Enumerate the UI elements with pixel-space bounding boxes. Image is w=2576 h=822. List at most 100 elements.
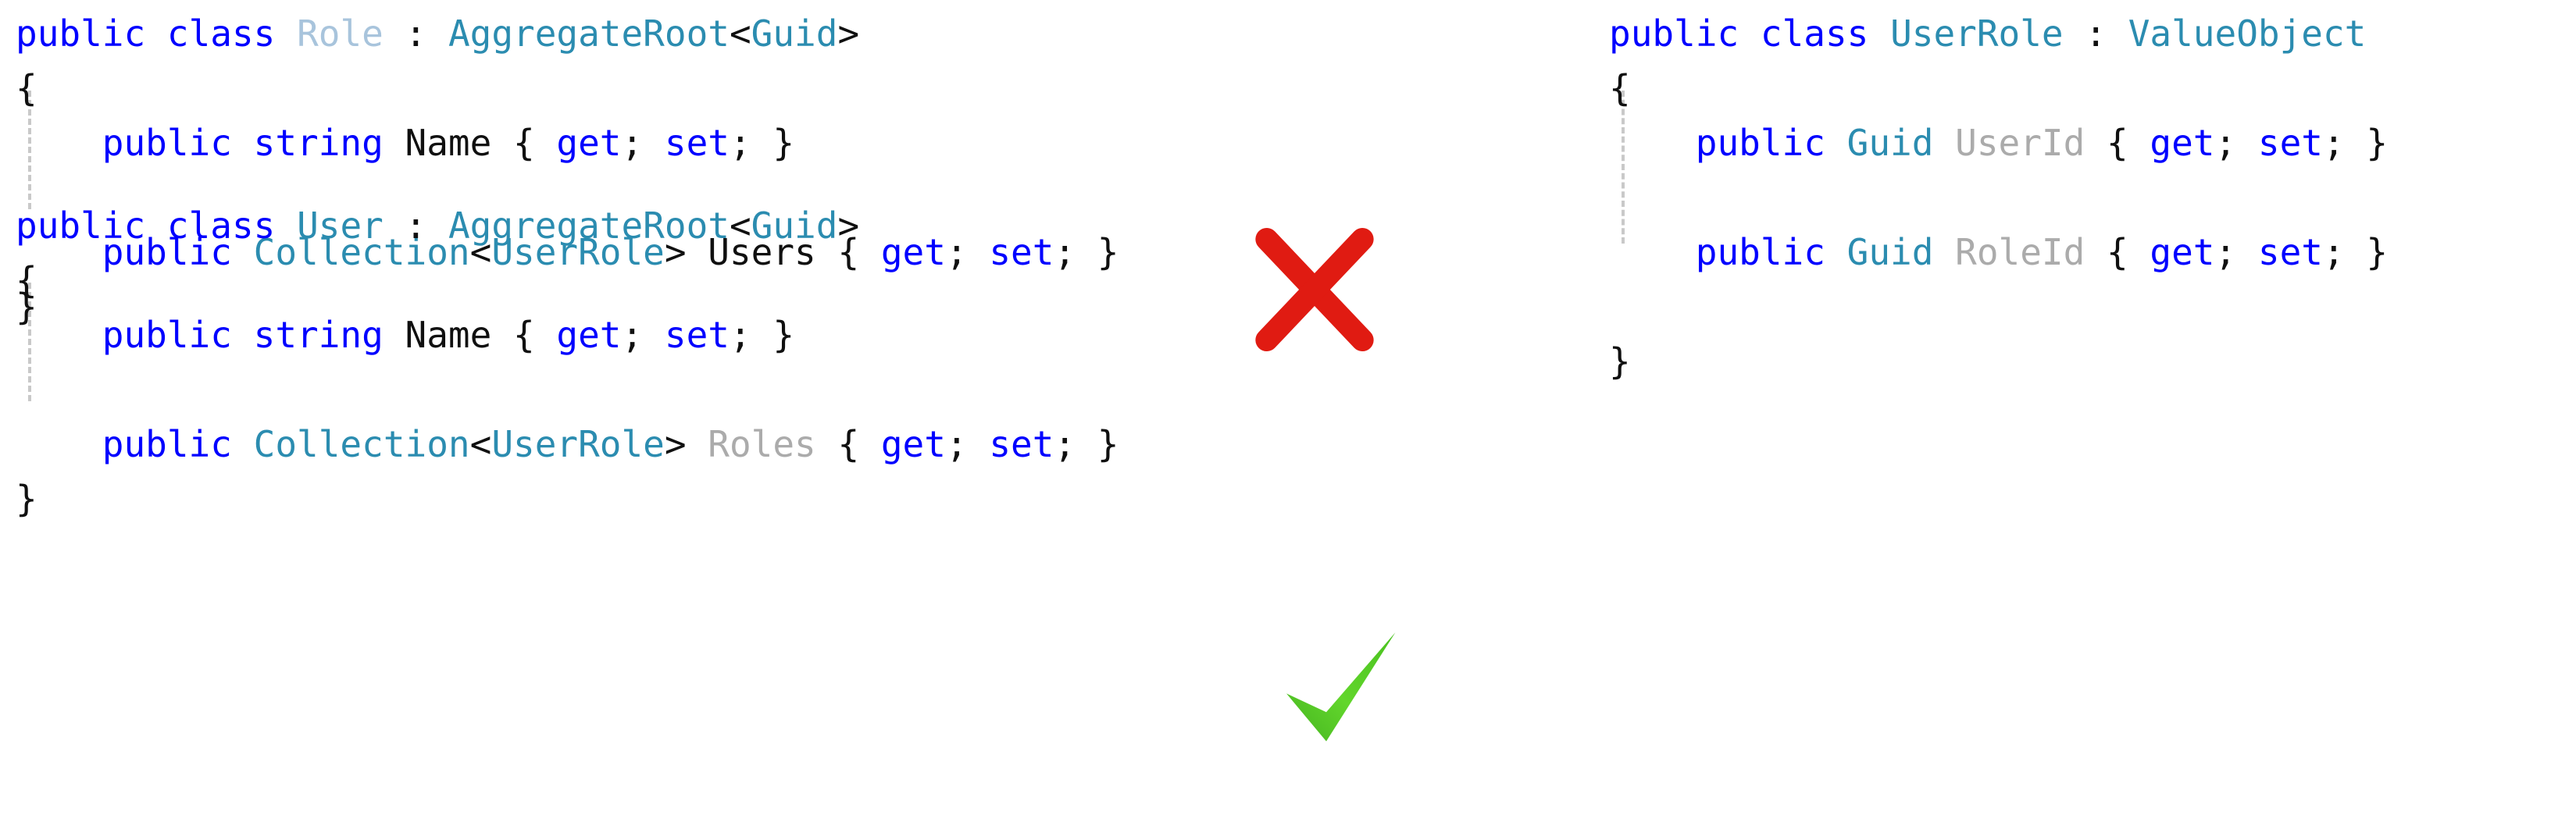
code-token: set bbox=[2257, 231, 2323, 273]
code-token: Guid bbox=[751, 205, 838, 247]
code-token: { bbox=[16, 67, 37, 109]
code-token: ; bbox=[621, 122, 665, 164]
code-token: Collection bbox=[253, 423, 470, 465]
code-token: get bbox=[556, 314, 622, 356]
code-token: Guid bbox=[1846, 231, 1934, 273]
code-token: ; } bbox=[2322, 122, 2389, 164]
green-check-icon bbox=[1273, 625, 1406, 757]
code-token: > bbox=[664, 423, 708, 465]
code-token: string bbox=[253, 122, 384, 164]
code-token: set bbox=[664, 314, 730, 356]
code-token: ValueObject bbox=[2128, 12, 2367, 55]
code-token: { bbox=[815, 423, 881, 465]
code-token: ; bbox=[945, 423, 990, 465]
code-block-user: public class User : AggregateRoot<Guid> {… bbox=[16, 198, 1119, 526]
code-token: > bbox=[837, 205, 860, 247]
code-token: public bbox=[16, 205, 146, 247]
code-token: class bbox=[166, 12, 276, 55]
code-token: ; } bbox=[1054, 423, 1119, 465]
code-token: ; bbox=[621, 314, 665, 356]
code-line: public class UserRole : ValueObject bbox=[1609, 6, 2388, 61]
code-line: public class Role : AggregateRoot<Guid> bbox=[16, 6, 1119, 61]
code-token: < bbox=[729, 12, 751, 55]
code-token: Guid bbox=[751, 12, 838, 55]
code-line: public class User : AggregateRoot<Guid> bbox=[16, 198, 1119, 253]
code-token: class bbox=[166, 205, 276, 247]
code-token: > bbox=[837, 12, 860, 55]
code-token: get bbox=[880, 423, 946, 465]
code-token: public bbox=[1695, 231, 1825, 273]
code-token: public bbox=[1695, 122, 1825, 164]
code-token: public bbox=[1609, 12, 1739, 55]
code-token: { bbox=[2085, 231, 2150, 273]
code-comparison-canvas: public class Role : AggregateRoot<Guid>{… bbox=[0, 0, 2576, 822]
code-token: { bbox=[491, 314, 557, 356]
code-token: RoleId bbox=[1955, 231, 2085, 273]
code-token: string bbox=[253, 314, 384, 356]
code-line: public string Name { get; set; } bbox=[16, 116, 1119, 170]
code-line: { bbox=[1609, 61, 2388, 116]
code-token: { bbox=[491, 122, 557, 164]
code-token: Roles bbox=[708, 423, 816, 465]
code-token: { bbox=[2085, 122, 2150, 164]
code-token: } bbox=[16, 478, 37, 520]
code-line: public Collection<UserRole> Roles { get;… bbox=[16, 417, 1119, 471]
code-token: Name bbox=[405, 122, 492, 164]
code-token: ; } bbox=[729, 122, 795, 164]
code-token: { bbox=[1609, 67, 1631, 109]
red-cross-icon bbox=[1248, 223, 1381, 356]
code-token: User bbox=[297, 205, 384, 247]
code-token: ; } bbox=[2322, 231, 2389, 273]
code-line: { bbox=[16, 253, 1119, 308]
code-token: class bbox=[1760, 12, 1869, 55]
code-token: Name bbox=[405, 314, 492, 356]
code-token: get bbox=[556, 122, 622, 164]
code-token: set bbox=[664, 122, 730, 164]
code-token: AggregateRoot bbox=[448, 12, 730, 55]
code-token: { bbox=[16, 259, 37, 301]
code-line: public string Name { get; set; } bbox=[16, 308, 1119, 362]
code-line: { bbox=[16, 61, 1119, 116]
code-token: public bbox=[16, 12, 146, 55]
code-line: public Guid RoleId { get; set; } bbox=[1609, 225, 2388, 279]
code-token: set bbox=[2257, 122, 2323, 164]
code-token: public bbox=[102, 423, 232, 465]
code-token: < bbox=[729, 205, 751, 247]
code-token: : bbox=[383, 205, 448, 247]
code-token: set bbox=[989, 423, 1054, 465]
code-line: } bbox=[1609, 334, 2388, 389]
code-token: UserRole bbox=[1890, 12, 2064, 55]
code-token: UserRole bbox=[491, 423, 665, 465]
code-token: Role bbox=[297, 12, 384, 55]
code-token: UserId bbox=[1955, 122, 2085, 164]
code-token: : bbox=[2063, 12, 2128, 55]
code-token: get bbox=[2150, 231, 2215, 273]
code-token: < bbox=[469, 423, 492, 465]
code-line: public Guid UserId { get; set; } bbox=[1609, 116, 2388, 170]
code-token: get bbox=[2150, 122, 2215, 164]
code-token: } bbox=[1609, 340, 1631, 383]
code-token: public bbox=[102, 314, 232, 356]
code-token: ; bbox=[2214, 122, 2258, 164]
code-token: ; } bbox=[729, 314, 795, 356]
code-token: Guid bbox=[1846, 122, 1934, 164]
